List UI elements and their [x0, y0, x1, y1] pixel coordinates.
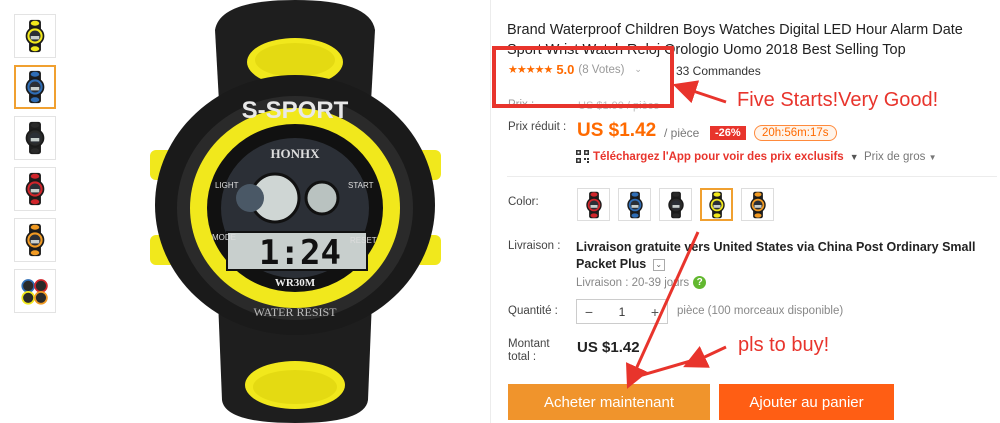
annotation-arrow-stars — [672, 80, 727, 104]
watch-model-text: HONHX — [270, 146, 320, 161]
quantity-input[interactable]: 1 — [601, 305, 643, 319]
column-divider — [490, 0, 491, 423]
discount-badge: -26% — [710, 126, 746, 140]
watch-thumbnail-image — [25, 121, 45, 155]
watch-thumbnail-image — [25, 70, 45, 104]
app-promo-link[interactable]: Téléchargez l'App pour voir des prix exc… — [576, 150, 859, 163]
watch-thumbnail-image — [21, 279, 48, 305]
shipping-free-text: Livraison gratuite — [576, 240, 681, 254]
quantity-increase-button[interactable]: + — [643, 304, 667, 320]
qr-code-icon — [576, 150, 589, 163]
shipping-info: Livraison gratuite vers United States vi… — [576, 239, 1000, 273]
color-swatch-list — [577, 188, 782, 221]
color-swatch[interactable] — [741, 188, 774, 221]
watch-bezel-text: WATER RESIST — [253, 305, 337, 319]
watch-mode-label: MODE — [212, 233, 236, 242]
watch-thumbnail-image — [25, 19, 45, 53]
watch-swatch-image — [708, 191, 725, 218]
section-divider — [507, 176, 997, 177]
color-label: Color: — [508, 196, 539, 208]
quantity-availability: pièce (100 morceaux disponible) — [677, 305, 844, 317]
quantity-stepper: − 1 + — [576, 299, 668, 324]
orders-count[interactable]: 33 Commandes — [676, 64, 761, 78]
price-unit: / pièce — [664, 126, 700, 140]
watch-thumbnail-image — [25, 223, 45, 257]
watch-water-text: WR30M — [275, 277, 316, 289]
countdown-timer: 20h:56m:17s — [754, 125, 837, 141]
watch-light-label: LIGHT — [215, 181, 239, 190]
shipping-delay: Livraison : 20-39 jours ? — [576, 276, 707, 289]
chevron-down-icon[interactable]: ⌄ — [652, 258, 665, 271]
wholesale-price-link[interactable]: Prix de gros ▼ — [864, 151, 936, 163]
annotation-arrow-buy-3 — [631, 358, 695, 380]
annotation-stars-text: Five Starts!Very Good! — [737, 89, 939, 111]
quantity-label: Quantité : — [508, 305, 558, 317]
watch-time-text: 1:24 — [259, 233, 341, 273]
add-to-cart-button[interactable]: Ajouter au panier — [719, 384, 894, 420]
product-main-image: S-SPORT HONHX 1:24 WR30M LIGHT MODE STAR… — [150, 0, 441, 423]
annotation-arrow-buy-1 — [683, 345, 727, 368]
thumbnail-item[interactable] — [14, 116, 56, 160]
watch-swatch-image — [667, 191, 684, 218]
wholesale-label: Prix de gros — [864, 151, 926, 163]
help-icon[interactable]: ? — [693, 276, 707, 289]
watch-start-label: START — [348, 181, 374, 190]
watch-swatch-image — [749, 191, 766, 218]
color-swatch[interactable] — [659, 188, 692, 221]
thumbnail-item[interactable] — [14, 65, 56, 109]
watch-reset-label: RESET — [350, 236, 377, 245]
caret-down-icon: ▼ — [928, 153, 937, 162]
delay-label: Livraison : — [576, 276, 629, 289]
discount-price-label: Prix réduit : — [508, 121, 567, 133]
thumbnail-item[interactable] — [14, 14, 56, 58]
watch-swatch-image — [585, 191, 602, 218]
color-swatch[interactable] — [577, 188, 610, 221]
buy-now-button[interactable]: Acheter maintenant — [508, 384, 710, 420]
app-promo-text: Téléchargez l'App pour voir des prix exc… — [593, 150, 844, 163]
watch-swatch-image — [626, 191, 643, 218]
color-swatch[interactable] — [700, 188, 733, 221]
quantity-decrease-button[interactable]: − — [577, 304, 601, 320]
annotation-buy-text: pls to buy! — [738, 334, 830, 356]
watch-thumbnail-image — [25, 172, 45, 206]
color-swatch[interactable] — [618, 188, 651, 221]
delay-value: 20-39 jours — [631, 276, 690, 289]
caret-down-icon: ▼ — [849, 151, 859, 162]
watch-brand-text: S-SPORT — [242, 97, 349, 124]
thumbnail-item[interactable] — [14, 218, 56, 262]
total-label: Montant total : — [508, 338, 550, 363]
thumbnail-item[interactable] — [14, 167, 56, 211]
current-price: US $1.42 — [577, 120, 657, 141]
shipping-label: Livraison : — [508, 240, 561, 252]
total-price: US $1.42 — [577, 339, 640, 356]
thumbnail-item[interactable] — [14, 269, 56, 313]
thumbnail-list — [14, 14, 58, 320]
annotation-highlight-box — [492, 46, 674, 108]
